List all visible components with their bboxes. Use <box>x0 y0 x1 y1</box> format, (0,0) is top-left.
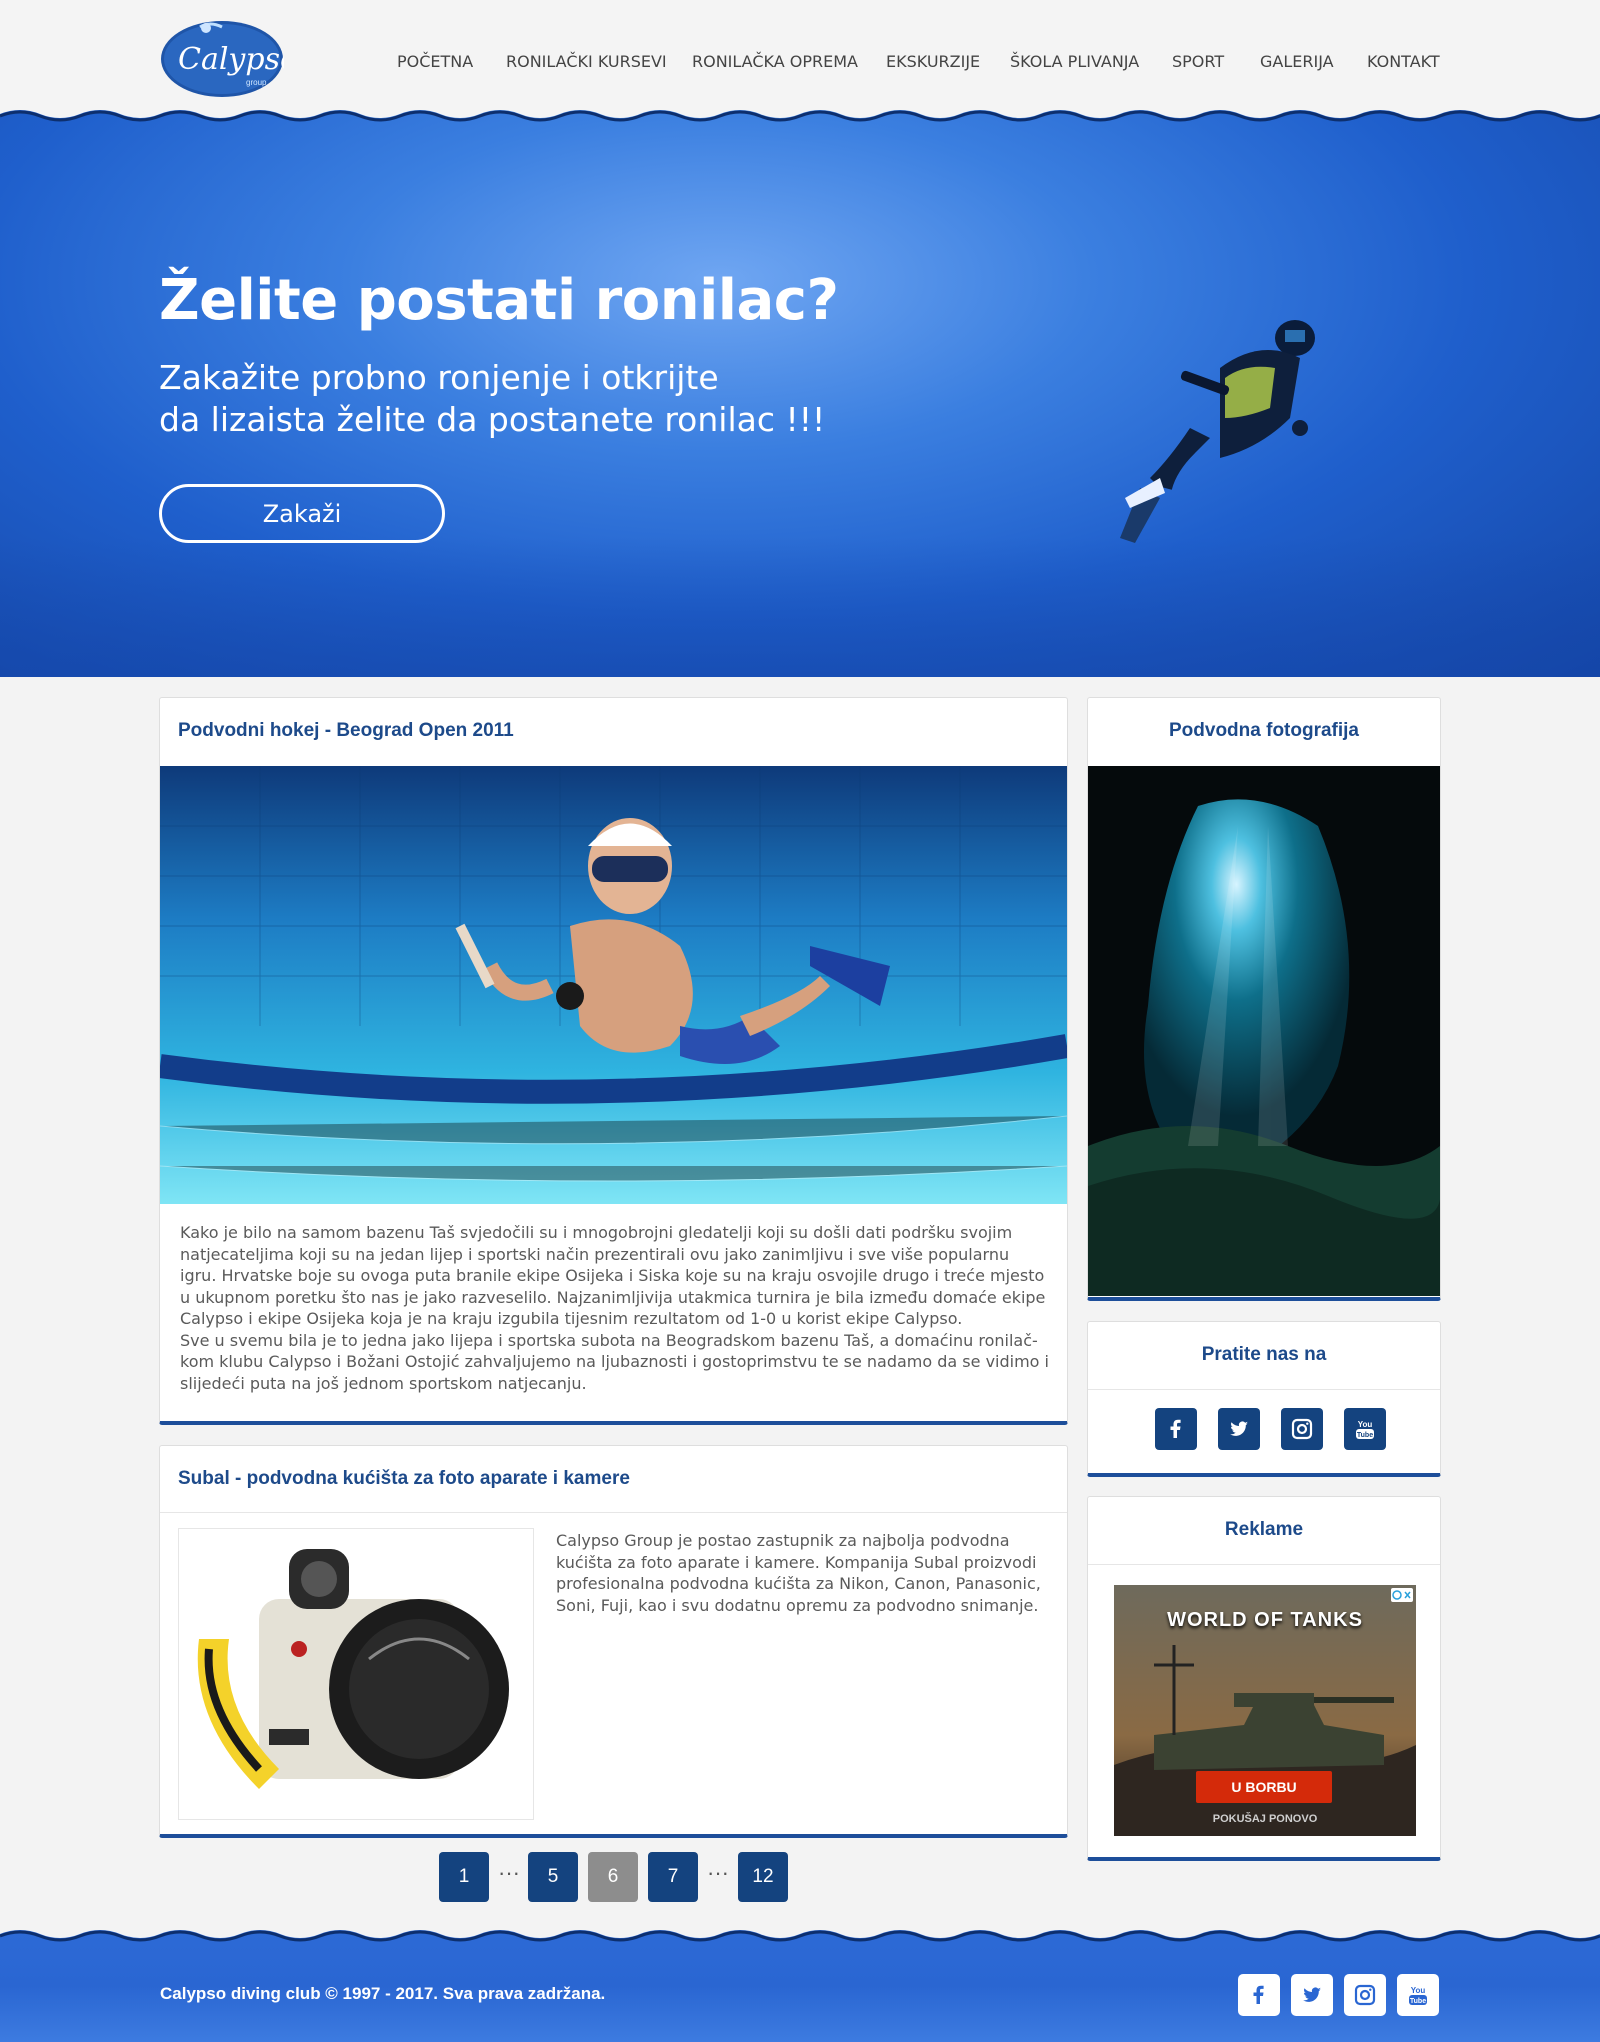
article-thumbnail[interactable] <box>178 1528 534 1820</box>
pagination-ellipsis: ··· <box>707 1860 729 1885</box>
widget-title: Pratite nas na <box>1201 1344 1327 1365</box>
article-card: Subal - podvodna kućišta za foto aparate… <box>159 1445 1068 1838</box>
youtube-icon[interactable]: You Tube <box>1397 1974 1439 2016</box>
site-footer: Calypso diving club © 1997 - 2017. Sva p… <box>0 1930 1600 2042</box>
svg-text:Calypso: Calypso <box>178 42 284 77</box>
calypso-logo[interactable]: Calypso group <box>160 19 298 99</box>
svg-text:You: You <box>1358 1420 1373 1429</box>
nav-kontakt[interactable]: KONTAKT <box>1367 52 1440 71</box>
adchoices-icon[interactable] <box>1391 1588 1413 1602</box>
facebook-icon[interactable] <box>1238 1974 1280 2016</box>
ad-banner[interactable]: WORLD OF TANKS U BORBU POKUŠAJ PONOVO <box>1114 1585 1416 1836</box>
svg-text:Tube: Tube <box>1410 1998 1426 2005</box>
nav-ronilacki-kursevi[interactable]: RONILAČKI KURSEVI <box>506 52 667 71</box>
book-button[interactable]: Zakaži <box>159 484 445 543</box>
article-image[interactable] <box>160 766 1067 1204</box>
page-button[interactable]: 5 <box>528 1852 578 1902</box>
svg-text:You: You <box>1411 1986 1426 1995</box>
wave-decoration <box>0 110 1600 122</box>
hero-subtitle: Zakažite probno ronjenje i otkrijte da l… <box>159 357 879 441</box>
nav-skola-plivanja[interactable]: ŠKOLA PLIVANJA <box>1010 52 1139 71</box>
article-body: Kako je bilo na samom bazenu Taš svjedoč… <box>180 1222 1050 1394</box>
divider <box>1088 1389 1440 1390</box>
page-button[interactable]: 1 <box>439 1852 489 1902</box>
twitter-icon[interactable] <box>1218 1408 1260 1450</box>
scuba-diver-image <box>1120 320 1315 543</box>
site-header: Calypso group POČETNA RONILAČKI KURSEVI … <box>0 0 1600 118</box>
divider <box>160 1512 1067 1513</box>
article-paragraph-2: Sve u svemu bila je to jedna jako lijepa… <box>180 1330 1049 1393</box>
nav-ronilacka-oprema[interactable]: RONILAČKA OPREMA <box>692 52 858 71</box>
wave-decoration <box>0 1930 1600 1942</box>
copyright-text: Calypso diving club © 1997 - 2017. Sva p… <box>160 1984 606 2003</box>
page-button-current[interactable]: 6 <box>588 1852 638 1902</box>
youtube-icon[interactable]: You Tube <box>1344 1408 1386 1450</box>
hero-subtitle-line1: Zakažite probno ronjenje i otkrijte <box>159 358 719 397</box>
nav-galerija[interactable]: GALERIJA <box>1260 52 1334 71</box>
instagram-icon[interactable] <box>1281 1408 1323 1450</box>
ad-cta-button[interactable]: U BORBU <box>1196 1771 1332 1803</box>
article-paragraph-1: Kako je bilo na samom bazenu Taš svjedoč… <box>180 1223 1046 1328</box>
page-button[interactable]: 7 <box>648 1852 698 1902</box>
ads-widget: Reklame WORLD OF TANKS U BORBU POKUŠAJ P… <box>1087 1496 1441 1861</box>
widget-title: Reklame <box>1224 1519 1304 1540</box>
svg-text:group: group <box>246 78 267 87</box>
nav-pocetna[interactable]: POČETNA <box>397 52 473 71</box>
pagination-ellipsis: ··· <box>498 1860 520 1885</box>
article-title[interactable]: Subal - podvodna kućišta za foto aparate… <box>178 1468 630 1490</box>
article-title[interactable]: Podvodni hokej - Beograd Open 2011 <box>178 720 514 742</box>
hero-subtitle-line2: da lizaista želite da postanete ronilac … <box>159 400 826 439</box>
instagram-icon[interactable] <box>1344 1974 1386 2016</box>
hero-banner: Želite postati ronilac? Zakažite probno … <box>0 110 1600 677</box>
divider <box>1088 1564 1440 1565</box>
facebook-icon[interactable] <box>1155 1408 1197 1450</box>
article-card: Podvodni hokej - Beograd Open 2011 Kako … <box>159 697 1068 1425</box>
nav-ekskurzije[interactable]: EKSKURZIJE <box>886 52 980 71</box>
photo-widget: Podvodna fotografija <box>1087 697 1441 1301</box>
twitter-icon[interactable] <box>1291 1974 1333 2016</box>
ad-game-title: WORLD OF TANKS <box>1167 1609 1363 1631</box>
hero-title: Želite postati ronilac? <box>159 268 839 333</box>
underwater-cave-image[interactable] <box>1088 766 1440 1296</box>
page-button[interactable]: 12 <box>738 1852 788 1902</box>
ad-retry-link[interactable]: POKUŠAJ PONOVO <box>1114 1813 1416 1825</box>
nav-sport[interactable]: SPORT <box>1172 52 1224 71</box>
follow-widget: Pratite nas na You Tube <box>1087 1321 1441 1477</box>
article-body: Calypso Group je postao zastupnik za naj… <box>556 1531 1041 1615</box>
widget-title: Podvodna fotografija <box>1169 720 1359 741</box>
svg-text:Tube: Tube <box>1357 1432 1373 1439</box>
